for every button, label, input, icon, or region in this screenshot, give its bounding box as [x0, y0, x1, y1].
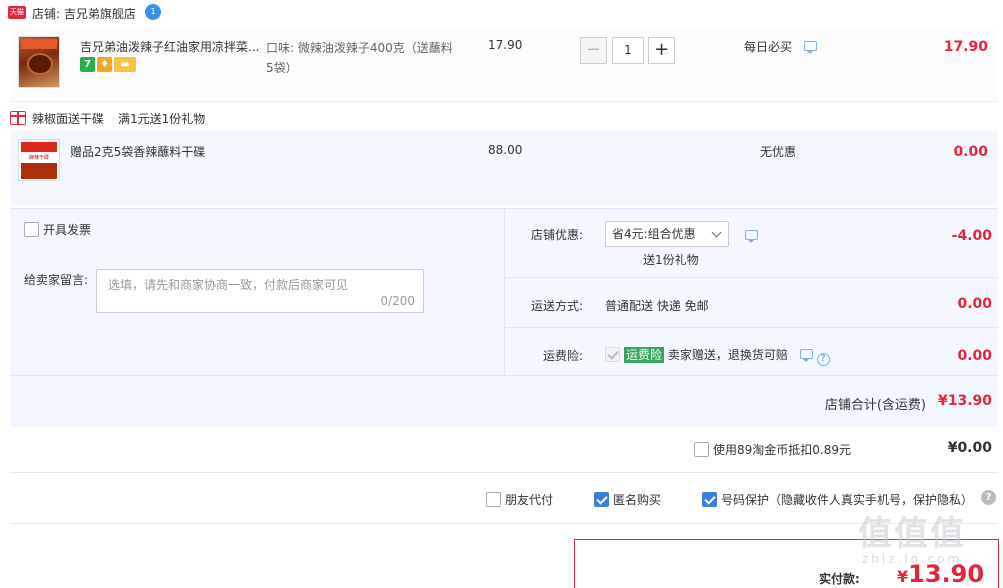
shop-header: 天猫 店铺: 吉兄弟旗舰店 1 — [0, 0, 1003, 26]
gift-promo-name: 辣椒面送干碟 — [32, 112, 105, 126]
product-spec: 口味: 微辣油泼辣子400克（送蘸料5袋） — [266, 41, 453, 75]
coin-value: ¥0.00 — [947, 440, 992, 456]
friend-pay-checkbox[interactable] — [486, 492, 501, 507]
gift-icon — [10, 111, 26, 125]
shop-discount-label: 店铺优惠: — [530, 228, 583, 242]
invoice-label: 开具发票 — [43, 223, 92, 237]
extra-options-row: 朋友代付 匿名购买 号码保护（隐藏收件人真实手机号，保护隐私） ? — [10, 474, 998, 524]
shop-total-label: 店铺合计(含运费) — [824, 398, 926, 413]
insurance-cost: 0.00 — [957, 348, 992, 364]
seller-options: 店铺优惠: 省4元:组合优惠 送1份礼物 -4.00 运送方式: 普通配送 快递… — [504, 209, 999, 375]
seller-message-input[interactable]: 选填，请先和商家协商一致，付款后商家可见 0/200 — [96, 269, 424, 313]
shop-total-row: 店铺合计(含运费) ¥13.90 — [10, 375, 998, 427]
help-icon[interactable]: ? — [816, 353, 830, 366]
coin-option[interactable]: 使用89淘金币抵扣0.89元 — [694, 441, 851, 458]
watermark: 值值值 — [858, 514, 966, 554]
message-label: 给卖家留言: — [24, 273, 89, 287]
insurance-checkbox — [605, 347, 620, 362]
gift-total-price: 0.00 — [953, 144, 988, 160]
pay-currency: ¥ — [897, 567, 909, 586]
gift-item-row: 麻辣干碟 赠品2克5袋香辣蘸料干碟 88.00 无优惠 0.00 — [10, 131, 998, 205]
gift-unit-price: 88.00 — [488, 143, 523, 157]
anonymous-option[interactable]: 匿名购买 — [594, 491, 661, 508]
pay-label: 实付款: — [819, 572, 860, 586]
unit-price: 17.90 — [488, 38, 523, 52]
gift-promo-rule: 满1元送1份礼物 — [118, 112, 206, 126]
divider — [505, 277, 999, 278]
message-placeholder: 选填，请先和商家协商一致，付款后商家可见 — [108, 278, 349, 292]
gift-header: 辣椒面送干碟 满1元送1份礼物 — [10, 110, 205, 127]
shop-name-link[interactable]: 店铺: 吉兄弟旗舰店 — [32, 5, 136, 22]
friend-pay-option[interactable]: 朋友代付 — [486, 491, 553, 508]
coin-deduction-row: 使用89淘金币抵扣0.89元 ¥0.00 — [10, 427, 998, 473]
shop-discount-value: -4.00 — [951, 228, 992, 244]
insurance-option: 运费险 卖家赠送，退换货可赔 ? — [605, 346, 830, 366]
chevron-down-icon — [711, 227, 722, 238]
anonymous-checkbox[interactable] — [594, 492, 609, 507]
message-char-count: 0/200 — [380, 294, 415, 308]
promotion-label: 每日必买 — [744, 40, 793, 54]
tmall-badge: 天猫 — [8, 6, 26, 19]
seven-day-return-icon[interactable]: 7 — [80, 57, 95, 72]
gift-title[interactable]: 赠品2克5袋香辣蘸料干碟 — [70, 143, 205, 160]
shipping-label: 运送方式: — [530, 299, 583, 313]
shop-discount-selected: 省4元:组合优惠 — [612, 227, 696, 241]
service-tags: 7 ♦ ▬ — [80, 57, 138, 72]
invoice-checkbox[interactable] — [24, 222, 39, 237]
help-icon[interactable]: ? — [981, 490, 996, 505]
cart-item-row: 吉兄弟油泼辣子红油家用凉拌菜... 7 ♦ ▬ 口味: 微辣油泼辣子400克（送蘸料… — [10, 30, 998, 102]
gift-thumbnail-text: 麻辣干碟 — [21, 154, 57, 162]
divider — [505, 327, 999, 328]
gift-thumbnail[interactable]: 麻辣干碟 — [18, 139, 60, 181]
credit-card-icon[interactable]: ▬ — [114, 57, 136, 72]
invoice-option[interactable]: 开具发票 — [24, 221, 91, 238]
quantity-plus-button[interactable]: + — [648, 37, 675, 64]
guarantee-icon[interactable]: ♦ — [97, 57, 112, 72]
comment-icon[interactable] — [799, 349, 813, 362]
insurance-label: 运费险: — [542, 349, 583, 363]
insurance-text: 卖家赠送，退换货可赔 — [667, 348, 788, 362]
shop-discount-gift-note: 送1份礼物 — [643, 253, 699, 267]
coin-checkbox[interactable] — [694, 442, 709, 457]
order-options-panel: 开具发票 给卖家留言: 选填，请先和商家协商一致，付款后商家可见 0/200 店… — [10, 208, 999, 427]
buyer-options: 开具发票 给卖家留言: 选填，请先和商家协商一致，付款后商家可见 0/200 — [10, 209, 503, 375]
shipping-method: 普通配送 快递 免邮 — [605, 299, 709, 313]
number-protect-checkbox[interactable] — [702, 492, 717, 507]
comment-icon[interactable] — [745, 230, 758, 243]
watermark-url: zhiz.lo.com — [862, 552, 963, 566]
anonymous-label: 匿名购买 — [613, 493, 662, 507]
item-promotion: 每日必买 — [744, 38, 817, 55]
coin-label: 使用89淘金币抵扣0.89元 — [713, 443, 851, 457]
gift-promotion: 无优惠 — [760, 145, 797, 159]
wangwang-chat-icon[interactable]: 1 — [145, 4, 161, 20]
item-total-price: 17.90 — [943, 39, 988, 55]
number-protect-label: 号码保护（隐藏收件人真实手机号，保护隐私） — [721, 493, 974, 507]
product-title-link[interactable]: 吉兄弟油泼辣子红油家用凉拌菜... — [80, 38, 260, 55]
insurance-tag: 运费险 — [624, 347, 665, 363]
shop-total-value: ¥13.90 — [937, 393, 992, 409]
quantity-input[interactable]: 1 — [612, 37, 644, 64]
quantity-minus-button[interactable]: − — [580, 37, 607, 64]
product-thumbnail[interactable] — [18, 36, 60, 88]
friend-pay-label: 朋友代付 — [505, 493, 554, 507]
comment-icon[interactable] — [803, 41, 817, 54]
shipping-cost: 0.00 — [957, 296, 992, 312]
shop-discount-select[interactable]: 省4元:组合优惠 — [605, 221, 729, 247]
